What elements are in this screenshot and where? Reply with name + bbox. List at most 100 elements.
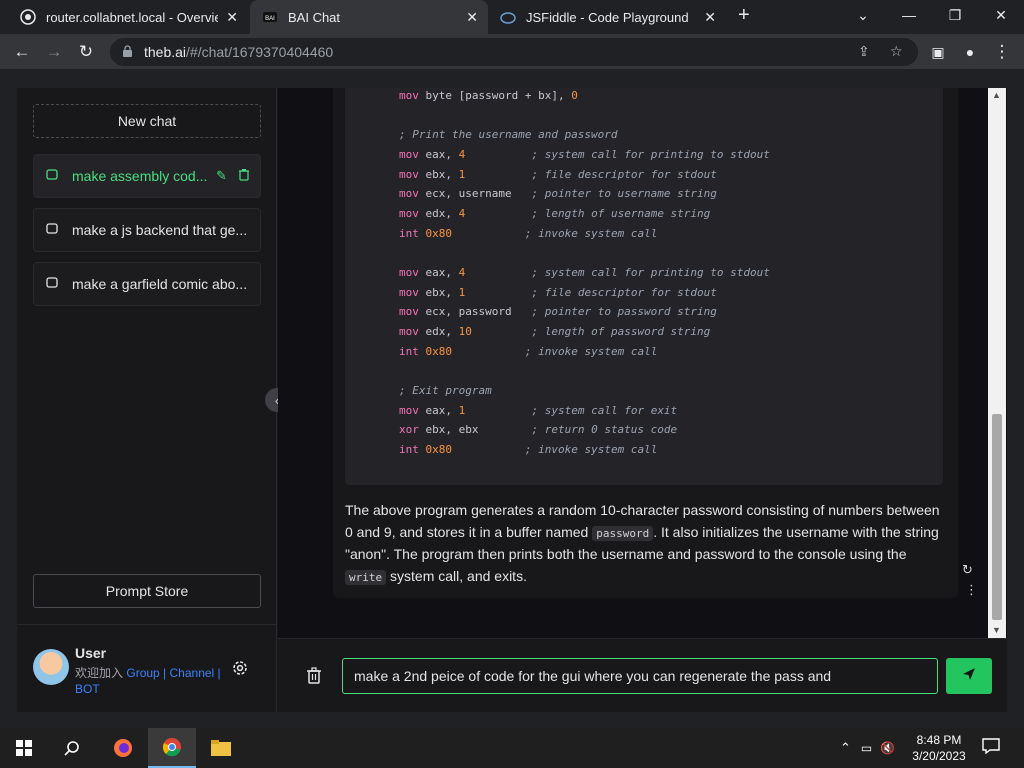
tab-router[interactable]: router.collabnet.local - Overview ✕ [8,0,248,34]
chat-bubble-icon [46,169,60,183]
code-padding [452,227,525,240]
code-keyword: mov [399,207,419,220]
welcome-text: 欢迎加入 [75,666,124,680]
chevron-up-icon[interactable]: ⌃ [840,740,851,756]
address-bar[interactable]: theb.ai/#/chat/1679370404460 ⇪ ☆ [110,38,918,66]
bai-icon: BAI [262,9,278,25]
delete-icon[interactable] [238,168,250,184]
code-padding [512,305,532,318]
code-line: ; Exit program [399,383,492,399]
tab-search-icon[interactable]: ⌄ [840,0,886,30]
scroll-up-icon[interactable]: ▲ [992,90,1001,100]
chat-bubble-icon [46,277,60,291]
more-options-icon[interactable]: ⋮ [965,582,978,598]
chat-item-assembly[interactable]: make assembly cod... ✎ [33,154,261,198]
code-line: mov ebx, 1 ; file descriptor for stdout [399,167,717,183]
channel-link[interactable]: Channel [170,666,215,680]
code-number: 0x80 [425,345,453,358]
chrome-icon[interactable] [148,728,196,768]
tab-title: router.collabnet.local - Overview [46,9,218,25]
chat-input[interactable] [342,658,938,694]
tab-title: JSFiddle - Code Playground [526,9,689,25]
input-row [278,638,1007,712]
code-operand: edx, [418,207,459,220]
code-line: mov eax, 4 ; system call for printing to… [399,147,770,163]
scrollbar[interactable]: ▲ ▼ [988,88,1006,638]
code-padding [512,187,532,200]
code-number: 0x80 [425,443,453,456]
link-separator: | [214,666,221,680]
gear-icon[interactable] [231,659,249,682]
code-line: mov eax, 4 ; system call for printing to… [399,265,770,281]
forward-icon[interactable]: → [41,39,67,65]
code-keyword: mov [399,148,419,161]
prompt-store-button[interactable]: Prompt Store [33,574,261,608]
restore-icon[interactable]: ❐ [932,0,978,30]
search-icon[interactable] [48,728,96,768]
minimize-icon[interactable]: — [886,0,932,30]
code-comment: ; Exit program [399,384,492,397]
chat-bubble-icon [46,223,60,237]
send-icon [961,666,977,687]
code-comment: ; length of username string [531,207,711,220]
volume-muted-icon[interactable]: 🔇 [880,741,895,755]
code-line: mov byte [password + bx], 0 [399,88,578,104]
code-keyword: int [399,345,419,358]
network-icon[interactable]: ▭ [861,741,872,755]
chat-item-garfield[interactable]: make a garfield comic abo... [33,262,261,306]
code-keyword: mov [399,325,419,338]
send-button[interactable] [946,658,992,694]
tab-jsfiddle[interactable]: JSFiddle - Code Playground ✕ [488,0,726,34]
chat-item-js-backend[interactable]: make a js backend that ge... [33,208,261,252]
share-icon[interactable]: ⇪ [858,43,870,60]
message-text: The above program generates a random 10-… [345,500,945,588]
code-comment: ; invoke system call [524,227,658,240]
close-tab-icon[interactable]: ✕ [466,9,478,26]
code-keyword: int [399,227,419,240]
windows-start-icon[interactable] [0,728,48,768]
regenerate-icon[interactable]: ↻ [962,562,973,578]
notification-icon[interactable] [982,738,1000,759]
tab-title: BAI Chat [288,9,341,25]
sidebar: New chat make assembly cod... ✎ make a j… [17,88,277,712]
code-operand [419,227,426,240]
code-line: int 0x80 ; invoke system call [399,226,657,242]
file-explorer-icon[interactable] [197,728,245,768]
code-line: mov edx, 10 ; length of password string [399,324,710,340]
code-operand [419,345,426,358]
close-window-icon[interactable]: ✕ [978,0,1024,30]
trash-icon[interactable] [306,667,322,690]
code-number: 0 [571,89,578,102]
code-operand: ecx, username [418,187,512,200]
code-operand: edx, [418,325,459,338]
close-tab-icon[interactable]: ✕ [704,9,716,26]
windows-taskbar: ⌃ ▭ 🔇 8:48 PM 3/20/2023 [0,728,1024,768]
back-icon[interactable]: ← [9,39,35,65]
new-tab-button[interactable]: + [738,4,750,27]
scroll-down-icon[interactable]: ▼ [992,625,1001,635]
svg-text:BAI: BAI [265,16,275,22]
edit-icon[interactable]: ✎ [216,168,227,184]
lock-icon [122,45,134,59]
new-chat-button[interactable]: New chat [33,104,261,138]
profile-icon[interactable]: ● [957,39,983,65]
clock[interactable]: 8:48 PM 3/20/2023 [905,732,973,764]
inline-code: write [345,569,387,585]
code-number: 0x80 [425,227,453,240]
group-link[interactable]: Group [126,666,159,680]
firefox-icon[interactable] [99,728,147,768]
reload-icon[interactable]: ↻ [73,39,99,65]
code-comment: ; invoke system call [524,345,658,358]
scroll-thumb[interactable] [992,414,1002,620]
tab-bai-chat[interactable]: BAI BAI Chat ✕ [250,0,488,34]
bookmark-star-icon[interactable]: ☆ [890,43,903,60]
side-panel-icon[interactable]: ▣ [925,39,951,65]
code-padding [465,266,531,279]
code-comment: ; file descriptor for stdout [531,168,717,181]
bot-link[interactable]: BOT [75,682,100,696]
close-tab-icon[interactable]: ✕ [226,9,238,26]
chat-app: New chat make assembly cod... ✎ make a j… [17,88,1007,712]
more-menu-icon[interactable]: ⋮ [989,39,1015,65]
code-keyword: mov [399,286,419,299]
code-operand: eax, [418,266,459,279]
